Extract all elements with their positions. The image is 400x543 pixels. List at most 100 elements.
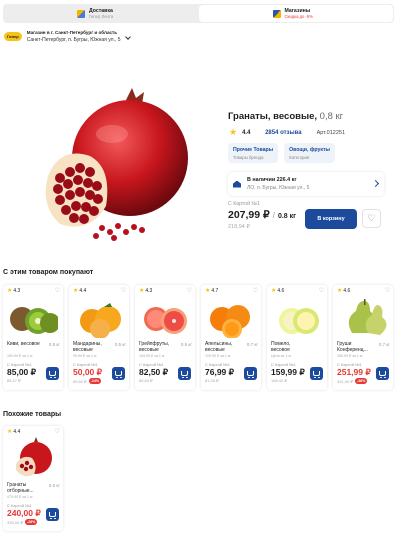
- add-to-cart-button[interactable]: [244, 367, 257, 380]
- section-title-also-bought: С этим товаром покупают: [3, 269, 94, 276]
- heart-icon[interactable]: ♡: [253, 287, 258, 294]
- price-block: С Картой №1 207,99 ₽ / 0.8 кг 218,94 ₽: [228, 201, 296, 230]
- cart-icon: [181, 371, 188, 378]
- price-weight: 0.8 кг: [277, 213, 297, 220]
- card-old-price: 81,05 ₽: [205, 378, 219, 383]
- price-current: 207,99 ₽: [228, 209, 270, 221]
- add-to-cart-button[interactable]: [46, 508, 59, 521]
- add-to-cart-button[interactable]: [178, 367, 191, 380]
- heart-icon[interactable]: ♡: [385, 287, 390, 294]
- product-title: Гранаты, весовые, 0,8 кг: [228, 111, 343, 122]
- card-name[interactable]: Апельсины, весовые: [205, 341, 243, 353]
- product-card[interactable]: ★ 4.3 ♡ Киви, весовое 0.5 кг 169.99 ₽ за 1 кг…: [3, 285, 63, 390]
- price-separator: /: [272, 211, 275, 220]
- card-weight: 0.5 кг: [114, 342, 126, 347]
- add-to-cart-button[interactable]: [46, 367, 59, 380]
- card-label: С Картой №1: [228, 201, 260, 207]
- card-price: 159,99 ₽: [271, 367, 305, 377]
- card-unit-price: Цена за 1 кг: [271, 354, 292, 358]
- store-selector[interactable]: Гипер Магазин в г. Санкт-Петербург и обл…: [4, 30, 131, 43]
- card-old-price-row: 86,84 ₽: [139, 378, 153, 383]
- brand-chip[interactable]: Прочие Товары Товары бренда: [228, 143, 279, 163]
- card-old-price: 65,60 ₽: [73, 378, 87, 384]
- card-weight: 0.5 кг: [48, 483, 60, 488]
- card-old-price: 335,00 ₽: [7, 519, 23, 525]
- category-chip[interactable]: Овощи, фрукты Категория: [284, 143, 335, 163]
- card-rating-value: 4.6: [277, 288, 285, 294]
- card-unit-price: 99.99 ₽ за 1 кг: [73, 354, 97, 358]
- rating-value: 4.4: [242, 129, 251, 136]
- card-old-price: 168,42 ₽: [271, 378, 287, 383]
- store-address: Санкт-Петербург, п. Бугры, Южная ул., 5: [26, 37, 121, 43]
- card-unit-price: 169.99 ₽ за 1 кг: [7, 354, 33, 358]
- heart-icon[interactable]: ♡: [187, 287, 192, 294]
- product-card[interactable]: ★ 4.6 ♡ Помело, весовое Цена за 1 кг С Картой…: [267, 285, 327, 390]
- card-old-price: 86,84 ₽: [139, 378, 153, 383]
- card-price: 251,99 ₽: [337, 367, 371, 377]
- product-image: [45, 88, 188, 241]
- add-to-cart-button[interactable]: [310, 367, 323, 380]
- chip-title: Овощи, фрукты: [289, 147, 330, 153]
- chevron-right-icon: [371, 179, 380, 188]
- card-old-price-row: 168,42 ₽: [271, 378, 287, 383]
- card-unit-price: 359.99 ₽ за 1 кг: [337, 354, 363, 358]
- product-card[interactable]: ★ 4.7 ♡ Апельсины, весовые 0.7 кг 109.99 ₽ за…: [201, 285, 261, 390]
- product-rating-row: ★ 4.4 2854 отзыва Арт.012251: [229, 128, 345, 137]
- star-icon: ★: [7, 429, 13, 435]
- favorite-button[interactable]: ♡: [362, 209, 381, 228]
- star-icon: ★: [7, 288, 13, 294]
- section-title-similar: Похожие товары: [3, 411, 62, 418]
- cart-icon: [115, 371, 122, 378]
- heart-icon[interactable]: ♡: [121, 287, 126, 294]
- heart-icon: ♡: [367, 213, 376, 223]
- star-icon: ★: [337, 288, 343, 294]
- card-price: 50,00 ₽: [73, 367, 103, 377]
- stock-availability[interactable]: В наличии 226.4 кг ЛО, п. Бугры, Южная у…: [228, 172, 384, 196]
- tab-delivery[interactable]: Доставка Гипер Лента: [3, 4, 198, 23]
- price-old: 218,94 ₽: [228, 224, 250, 230]
- store-icon: [233, 180, 241, 188]
- chip-title: Прочие Товары: [233, 147, 274, 153]
- stock-qty: 226.4 кг: [276, 177, 297, 183]
- card-rating-value: 4.3: [145, 288, 153, 294]
- tab-stores[interactable]: Магазины Скидка до -5%: [198, 5, 393, 22]
- reviews-link[interactable]: 2854 отзыва: [265, 130, 302, 136]
- chip-subtitle: Категория: [289, 155, 310, 160]
- product-card[interactable]: ★ 4.6 ♡ Груши Конференц... 0.7 кг 359.99 ₽ за…: [333, 285, 393, 390]
- card-old-price-row: 65,60 ₽ -24%: [73, 378, 102, 384]
- discount-badge: -28%: [24, 519, 38, 525]
- star-icon: ★: [139, 288, 145, 294]
- product-card[interactable]: ★ 4.4 ♡ Мандарины, весовые 0.5 кг 99.99 ₽ за …: [69, 285, 129, 390]
- card-product-image: [80, 303, 121, 338]
- store-type-badge: Гипер: [4, 32, 22, 41]
- card-weight: 0.5 кг: [48, 342, 60, 347]
- add-to-cart-button[interactable]: В корзину: [305, 209, 357, 229]
- card-rating-value: 4.4: [79, 288, 87, 294]
- tab-subtitle: Гипер Лента: [89, 14, 114, 19]
- card-name[interactable]: Грейпфруты, весовые: [139, 341, 177, 353]
- heart-icon[interactable]: ♡: [55, 428, 60, 435]
- card-old-price-row: 81,05 ₽: [205, 378, 219, 383]
- star-icon: ★: [229, 127, 238, 137]
- heart-icon[interactable]: ♡: [55, 287, 60, 294]
- cart-icon: [313, 371, 320, 378]
- card-unit-price: 109.99 ₽ за 1 кг: [205, 354, 231, 358]
- card-price: 85,00 ₽: [7, 367, 37, 377]
- card-name[interactable]: Помело, весовое: [271, 341, 309, 353]
- chip-subtitle: Товары бренда: [233, 155, 264, 160]
- card-name[interactable]: Груши Конференц...: [337, 341, 375, 353]
- heart-icon[interactable]: ♡: [319, 287, 324, 294]
- also-bought-list: ★ 4.3 ♡ Киви, весовое 0.5 кг 169.99 ₽ за 1 кг…: [3, 285, 393, 390]
- add-to-cart-button[interactable]: [112, 367, 125, 380]
- card-name[interactable]: Мандарины, весовые: [73, 341, 111, 353]
- cart-icon: [49, 371, 56, 378]
- card-name[interactable]: Гранаты отборные...: [7, 482, 45, 494]
- card-name[interactable]: Киви, весовое: [7, 341, 45, 347]
- card-old-price: 85,47 ₽: [7, 378, 21, 383]
- card-product-image: [10, 307, 58, 334]
- card-price: 82,50 ₽: [139, 367, 169, 377]
- add-to-cart-button[interactable]: [376, 367, 389, 380]
- product-card[interactable]: ★ 4.3 ♡ Грейпфруты, весовые 0.5 кг 164.99 ₽ з…: [135, 285, 195, 390]
- product-card[interactable]: ★ 4.4 ♡ Гранаты отборные... 0.5 кг 479.99 ₽ з…: [3, 426, 63, 531]
- stock-address: ЛО, п. Бугры, Южная ул., 5: [247, 185, 310, 191]
